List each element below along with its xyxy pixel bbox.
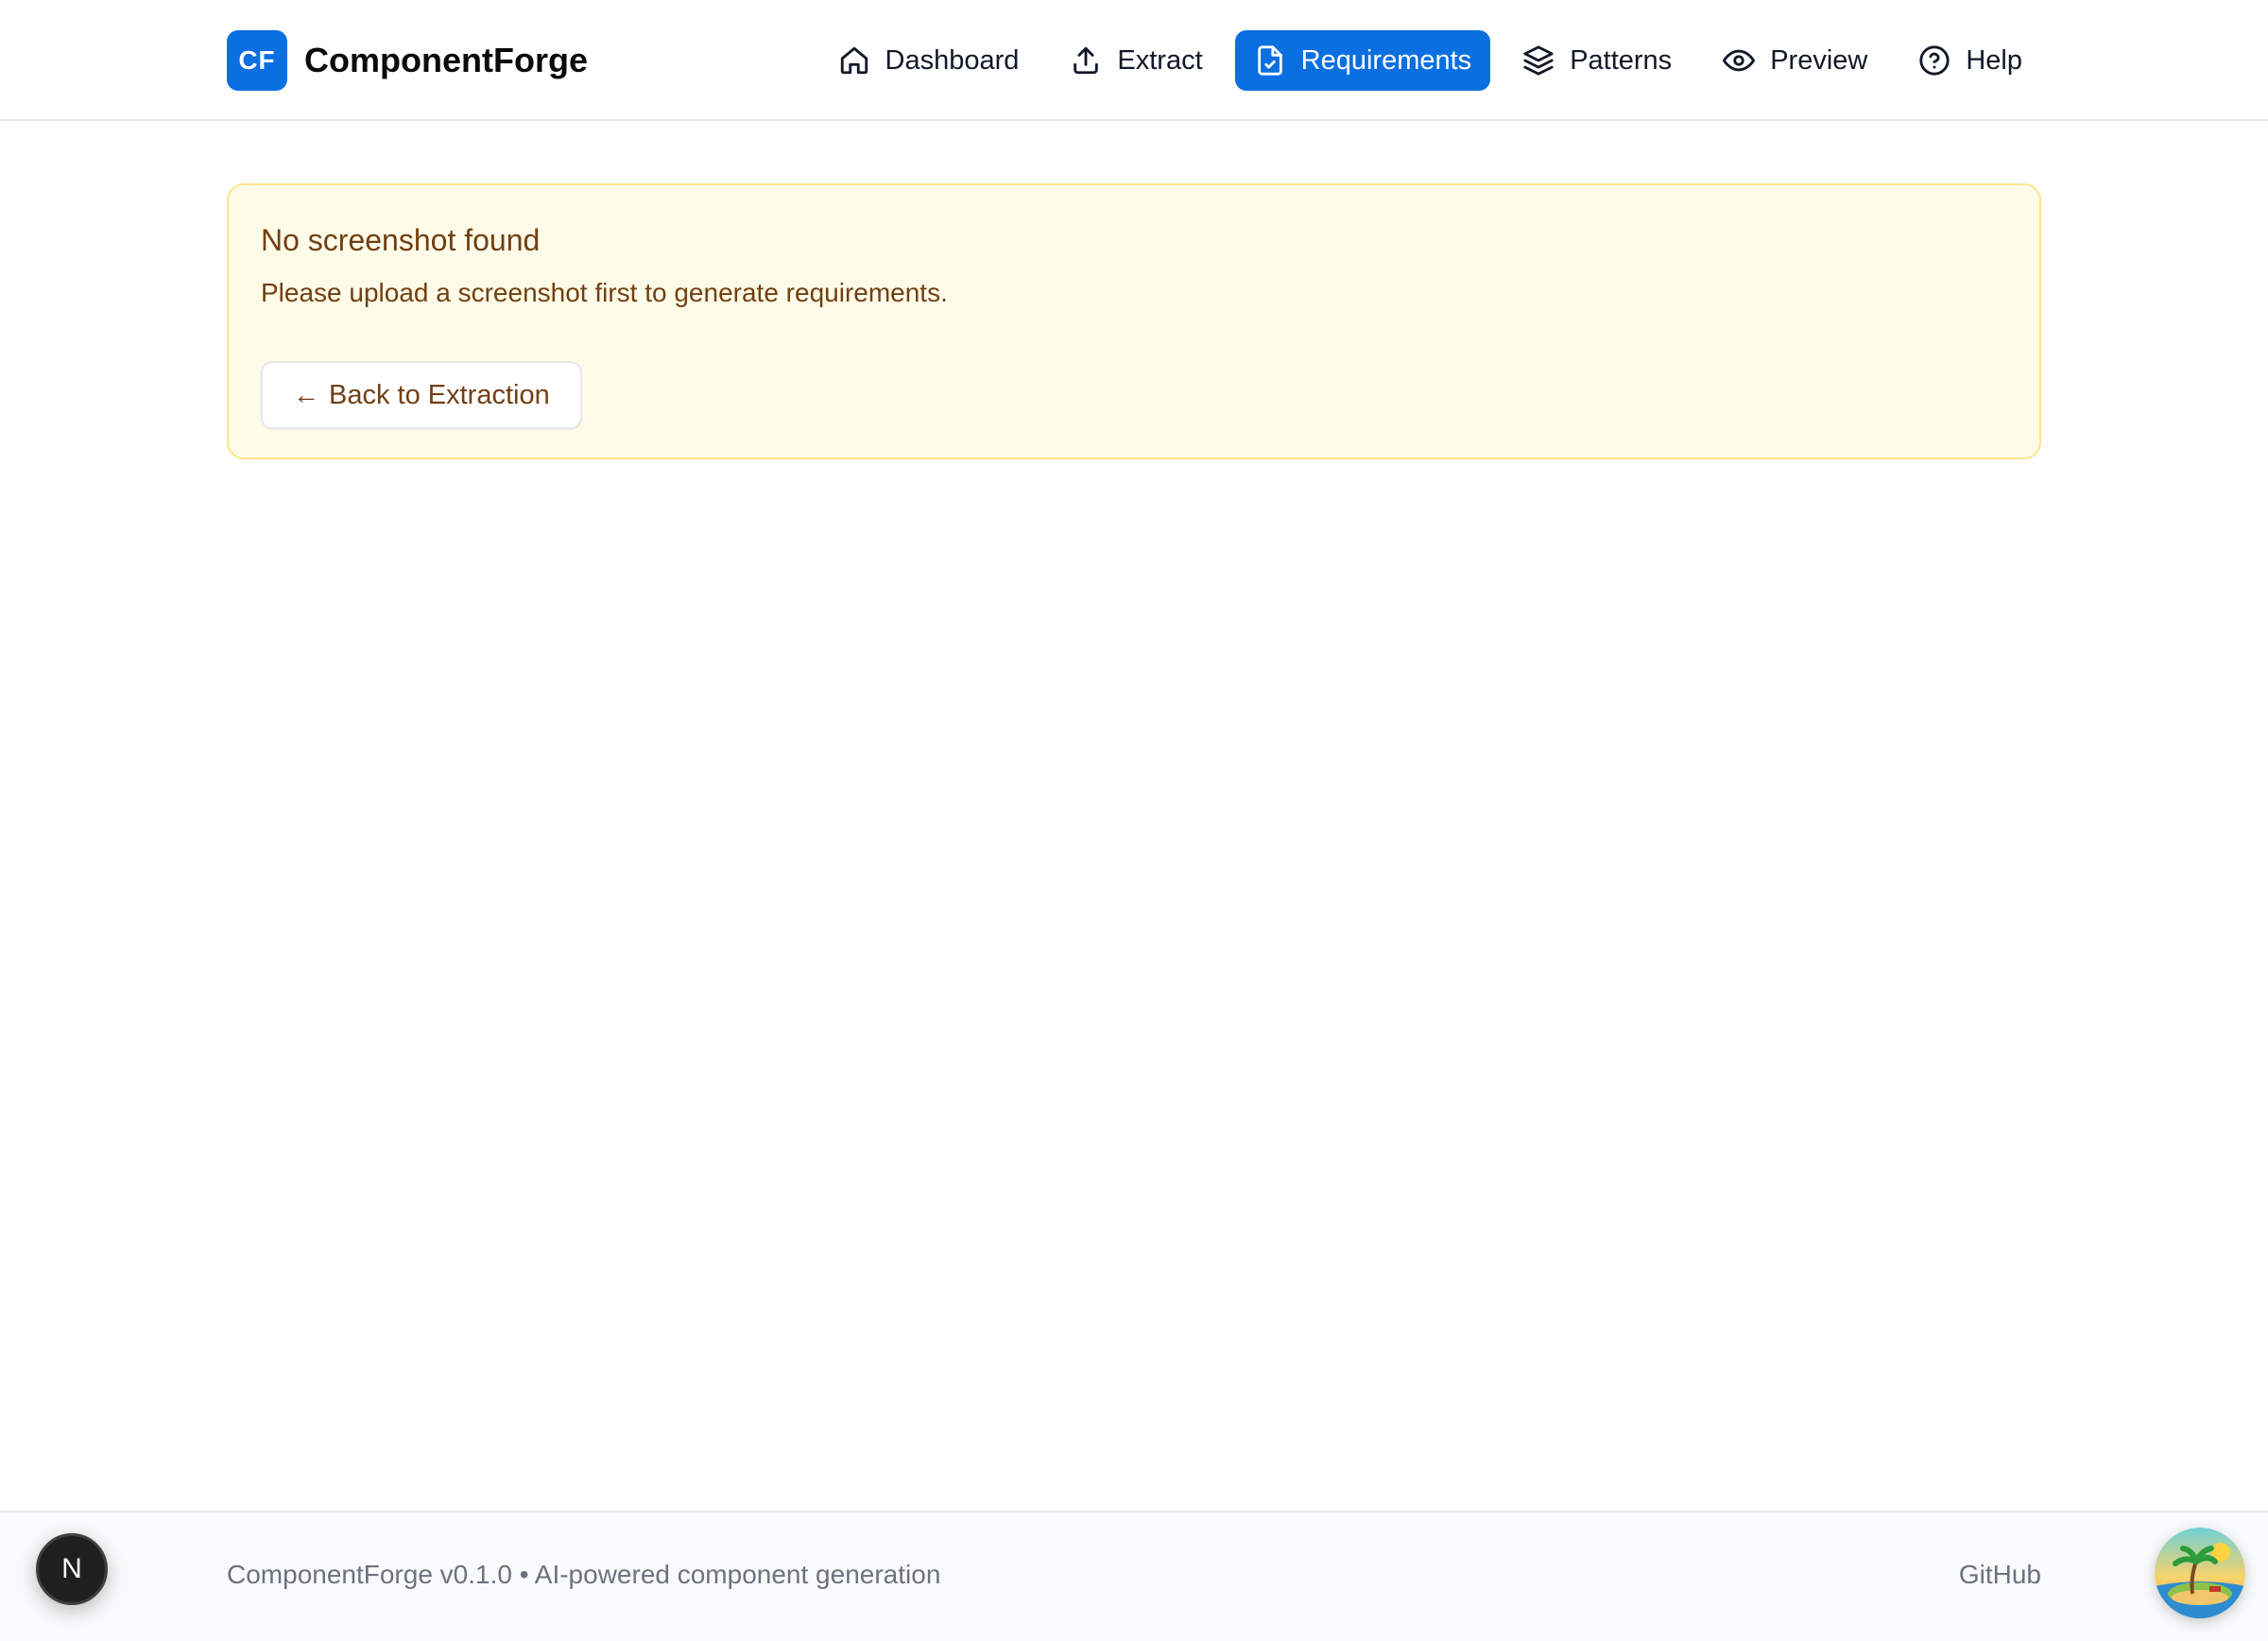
footer-version-text: ComponentForge v0.1.0 • AI-powered compo… xyxy=(227,1560,941,1589)
github-link[interactable]: GitHub xyxy=(1959,1560,2041,1590)
nav-item-label: Help xyxy=(1966,44,2022,76)
home-icon xyxy=(838,44,870,77)
warning-alert: No screenshot found Please upload a scre… xyxy=(227,183,2041,459)
nav-item-patterns[interactable]: Patterns xyxy=(1503,30,1691,91)
island-avatar-icon xyxy=(2155,1528,2245,1618)
app-footer: ComponentForge v0.1.0 • AI-powered compo… xyxy=(0,1511,2268,1641)
nextjs-dev-indicator[interactable]: N xyxy=(36,1533,108,1605)
nav-item-extract[interactable]: Extract xyxy=(1051,30,1221,91)
nav-item-preview[interactable]: Preview xyxy=(1704,30,1886,91)
file-check-icon xyxy=(1254,44,1286,77)
nav-item-dashboard[interactable]: Dashboard xyxy=(819,30,1039,91)
main-nav: Dashboard Extract Requirements Patterns … xyxy=(819,30,2041,91)
brand-name: ComponentForge xyxy=(304,41,588,79)
next-logo-icon: N xyxy=(61,1553,82,1584)
brand-logo: CF xyxy=(227,30,287,91)
nav-item-label: Dashboard xyxy=(885,44,1020,76)
layers-icon xyxy=(1522,44,1555,77)
arrow-left-icon: ← xyxy=(293,380,319,409)
help-circle-icon xyxy=(1918,44,1950,77)
nav-item-label: Extract xyxy=(1117,44,1203,76)
app-header: CF ComponentForge Dashboard Extract Requ… xyxy=(0,0,2268,121)
nav-item-requirements[interactable]: Requirements xyxy=(1234,30,1491,91)
back-button-label: Back to Extraction xyxy=(329,379,550,410)
alert-message: Please upload a screenshot first to gene… xyxy=(261,278,948,307)
alert-title: No screenshot found xyxy=(261,223,541,257)
back-to-extraction-button[interactable]: ← Back to Extraction xyxy=(261,361,582,429)
upload-icon xyxy=(1070,44,1102,77)
nav-item-label: Patterns xyxy=(1570,44,1673,76)
nav-item-label: Preview xyxy=(1770,44,1868,76)
nav-item-label: Requirements xyxy=(1300,44,1472,76)
brand[interactable]: CF ComponentForge xyxy=(227,30,588,91)
eye-icon xyxy=(1723,44,1756,77)
assistant-avatar[interactable] xyxy=(2155,1528,2245,1618)
nav-item-help[interactable]: Help xyxy=(1899,30,2041,91)
